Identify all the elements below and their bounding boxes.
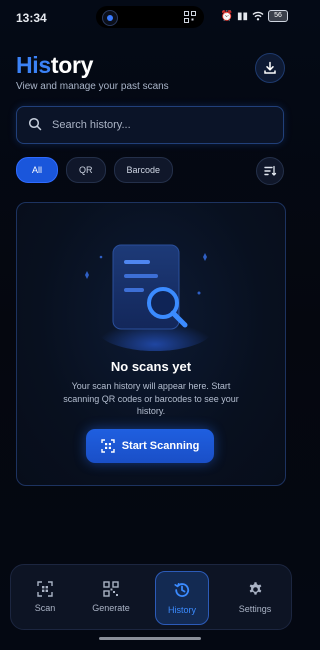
tab-history[interactable]: History [155,571,209,625]
search-input[interactable]: Search history... [16,106,284,144]
sort-icon [264,165,277,176]
filter-chip-barcode[interactable]: Barcode [113,157,174,183]
download-icon [264,61,276,74]
page-title-rest: tory [50,52,94,78]
status-time: 13:34 [16,11,47,25]
tab-scan-label: Scan [34,603,56,613]
gear-icon [249,581,261,595]
page-title: History [16,52,93,79]
empty-history-illustration [85,244,213,351]
qr-scan-indicator-icon [184,11,196,23]
tab-generate-label: Generate [92,603,130,613]
home-indicator [99,637,201,640]
filter-chip-qr[interactable]: QR [66,157,106,183]
empty-state-title: No scans yet [110,359,192,374]
bottom-tab-bar: Scan Generate History Settings [10,564,292,630]
status-bar: 13:34 ⏰ ▮▮ 56 [0,0,300,34]
tab-history-label: History [167,605,196,615]
empty-state-description: Your scan history will appear here. Star… [63,381,239,416]
scan-icon [100,439,115,453]
start-scanning-button[interactable]: Start Scanning [86,429,214,463]
alarm-icon: ⏰ [220,10,233,22]
history-icon [174,583,190,597]
page-subtitle: View and manage your past scans [16,81,169,92]
qr-code-icon [103,581,119,597]
page-title-accent: His [16,52,51,78]
start-scanning-label: Start Scanning [121,440,200,452]
system-icons: ⏰ ▮▮ 56 [221,10,288,22]
empty-state-card: No scans yet Your scan history will appe… [16,202,286,486]
sort-button[interactable] [256,157,284,185]
tab-generate[interactable]: Generate [85,571,137,623]
wifi-icon [252,11,264,21]
signal-icon: ▮▮ [236,10,248,22]
camera-icon [102,10,118,26]
tab-scan[interactable]: Scan [19,571,71,623]
filter-chips: All QR Barcode [16,157,174,183]
battery-indicator: 56 [268,10,288,22]
export-button[interactable] [255,53,285,83]
filter-chip-all[interactable]: All [16,157,58,183]
scan-icon [37,581,53,597]
dynamic-island [96,6,204,28]
search-placeholder: Search history... [52,119,131,131]
tab-settings[interactable]: Settings [229,571,281,623]
tab-settings-label: Settings [238,603,272,614]
search-icon [28,117,42,131]
